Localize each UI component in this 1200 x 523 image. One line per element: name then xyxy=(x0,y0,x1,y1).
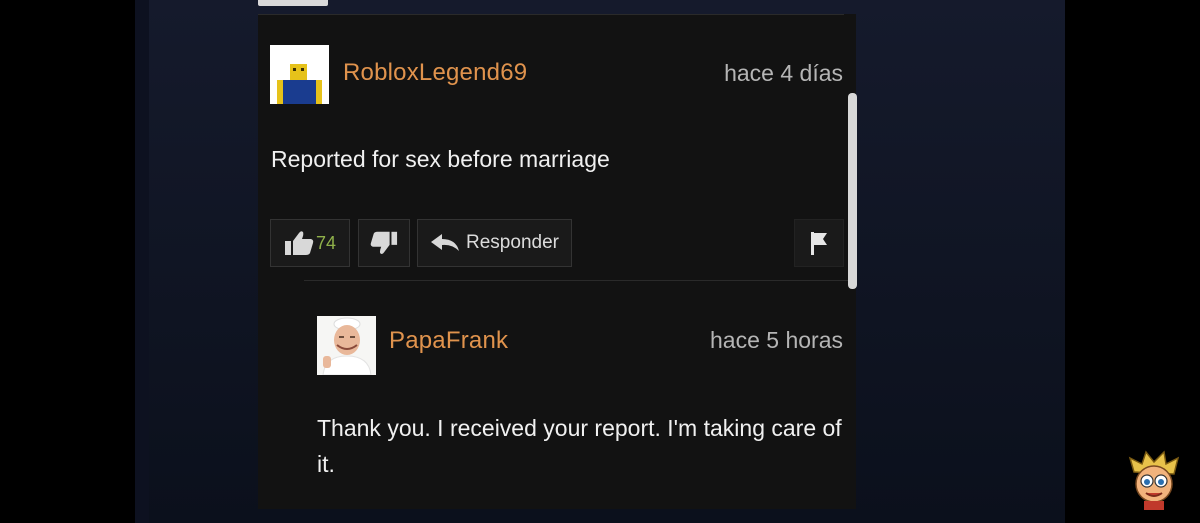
pope-portrait-icon xyxy=(317,316,376,375)
divider xyxy=(258,14,844,15)
channel-mascot-icon xyxy=(1128,450,1180,510)
reply-timestamp: hace 5 horas xyxy=(710,327,843,353)
reply-divider xyxy=(304,280,856,281)
reply-button[interactable]: Responder xyxy=(417,219,572,267)
avatar-robloxlegend69[interactable] xyxy=(270,45,329,104)
flag-button[interactable] xyxy=(794,219,844,267)
reply-label: Responder xyxy=(466,232,559,253)
reply-arrow-icon xyxy=(431,234,460,251)
comment-body: Reported for sex before marriage xyxy=(271,146,610,172)
comment-username[interactable]: RobloxLegend69 xyxy=(343,59,527,87)
reply-body: Thank you. I received your report. I'm t… xyxy=(317,415,842,477)
top-tab-fragment xyxy=(258,0,328,6)
reply-username[interactable]: PapaFrank xyxy=(389,327,508,355)
comment-timestamp: hace 4 días xyxy=(724,60,843,86)
like-count: 74 xyxy=(315,232,337,253)
like-button[interactable]: 74 xyxy=(270,219,350,267)
avatar-papafrank[interactable] xyxy=(317,316,376,375)
comment-thread: RobloxLegend69 hace 4 días Reported for … xyxy=(258,14,856,509)
dislike-button[interactable] xyxy=(358,219,410,267)
scrollbar[interactable] xyxy=(848,93,857,289)
thumbs-down-icon xyxy=(370,231,398,255)
roblox-avatar-icon xyxy=(270,45,329,104)
thumbs-up-icon xyxy=(284,231,314,255)
flag-icon xyxy=(811,232,827,255)
frame-edge-shade xyxy=(135,0,149,523)
